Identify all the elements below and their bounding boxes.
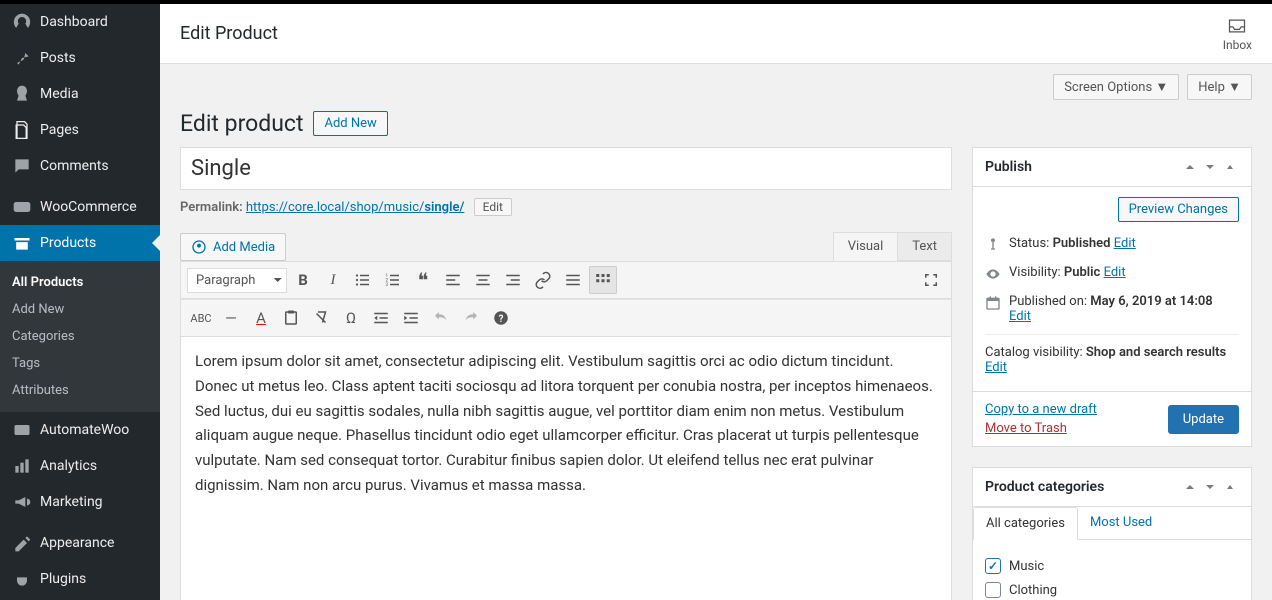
- update-button[interactable]: Update: [1168, 405, 1239, 434]
- sidebar-item-media[interactable]: Media: [0, 76, 160, 112]
- tab-visual[interactable]: Visual: [833, 232, 899, 261]
- hr-button[interactable]: —: [217, 304, 245, 332]
- submenu-item-all-products[interactable]: All Products: [0, 269, 160, 296]
- outdent-button[interactable]: [367, 304, 395, 332]
- catalog-edit-link[interactable]: Edit: [985, 360, 1007, 375]
- main-content: Edit Product Inbox Screen Options ▼ Help…: [160, 4, 1272, 600]
- link-button[interactable]: [529, 266, 557, 294]
- status-edit-link[interactable]: Edit: [1114, 236, 1136, 251]
- sidebar-item-products[interactable]: Products: [0, 225, 160, 261]
- undo-button[interactable]: [427, 304, 455, 332]
- submenu-item-tags[interactable]: Tags: [0, 350, 160, 377]
- sidebar-item-dashboard[interactable]: Dashboard: [0, 4, 160, 40]
- move-down-icon[interactable]: [1201, 478, 1219, 496]
- sidebar-item-posts[interactable]: Posts: [0, 40, 160, 76]
- submenu-item-categories[interactable]: Categories: [0, 323, 160, 350]
- inbox-icon: [1227, 16, 1247, 36]
- paste-text-button[interactable]: [277, 304, 305, 332]
- more-button[interactable]: [559, 266, 587, 294]
- sidebar-item-marketing[interactable]: Marketing: [0, 484, 160, 520]
- sidebar-item-plugins[interactable]: Plugins: [0, 561, 160, 597]
- visibility-edit-link[interactable]: Edit: [1104, 265, 1126, 280]
- editor-content[interactable]: Lorem ipsum dolor sit amet, consectetur …: [181, 337, 951, 600]
- date-edit-link[interactable]: Edit: [1009, 309, 1031, 324]
- toggle-icon[interactable]: [1221, 158, 1239, 176]
- page-title: Edit product: [180, 110, 303, 137]
- add-new-button[interactable]: Add New: [313, 111, 387, 136]
- sidebar-item-appearance[interactable]: Appearance: [0, 525, 160, 561]
- editor: Paragraph B I 123 ❝: [180, 261, 952, 600]
- category-checkbox[interactable]: [985, 558, 1001, 574]
- svg-text:3: 3: [386, 282, 389, 288]
- tab-text[interactable]: Text: [897, 232, 952, 261]
- trash-link[interactable]: Move to Trash: [985, 421, 1097, 436]
- tab-all-categories[interactable]: All categories: [973, 507, 1078, 540]
- sidebar-item-comments[interactable]: Comments: [0, 148, 160, 184]
- topbar: Edit Product Inbox: [160, 4, 1272, 64]
- italic-button[interactable]: I: [319, 266, 347, 294]
- help-icon-button[interactable]: ?: [487, 304, 515, 332]
- permalink-link[interactable]: https://core.local/shop/music/single/: [246, 200, 465, 215]
- bold-button[interactable]: B: [289, 266, 317, 294]
- toggle-icon[interactable]: [1221, 478, 1239, 496]
- fullscreen-button[interactable]: [917, 266, 945, 294]
- numbered-list-button[interactable]: 123: [379, 266, 407, 294]
- sidebar-item-pages[interactable]: Pages: [0, 112, 160, 148]
- blockquote-button[interactable]: ❝: [409, 266, 437, 294]
- svg-text:?: ?: [499, 314, 504, 325]
- toolbar-toggle-button[interactable]: [589, 266, 617, 294]
- admin-sidebar: DashboardPostsMediaPagesComments WooComme…: [0, 4, 160, 600]
- categories-title: Product categories: [985, 479, 1104, 495]
- sidebar-item-woocommerce[interactable]: WooCommerce: [0, 189, 160, 225]
- sidebar-item-analytics[interactable]: Analytics: [0, 448, 160, 484]
- move-up-icon[interactable]: [1181, 478, 1199, 496]
- special-char-button[interactable]: Ω: [337, 304, 365, 332]
- move-up-icon[interactable]: [1181, 158, 1199, 176]
- bullet-list-button[interactable]: [349, 266, 377, 294]
- copy-draft-link[interactable]: Copy to a new draft: [985, 402, 1097, 417]
- inbox-button[interactable]: Inbox: [1223, 16, 1252, 52]
- preview-button[interactable]: Preview Changes: [1118, 197, 1239, 222]
- publish-title: Publish: [985, 159, 1032, 175]
- categories-box: Product categories All categories Most U…: [972, 467, 1252, 600]
- strikethrough-button[interactable]: ABC: [187, 304, 215, 332]
- submenu-item-add-new[interactable]: Add New: [0, 296, 160, 323]
- format-select[interactable]: Paragraph: [187, 268, 287, 293]
- move-down-icon[interactable]: [1201, 158, 1219, 176]
- clear-formatting-button[interactable]: [307, 304, 335, 332]
- publish-box: Publish Preview Changes Status: Publishe…: [972, 147, 1252, 447]
- screen-options-button[interactable]: Screen Options ▼: [1053, 74, 1179, 100]
- media-icon: [191, 239, 207, 255]
- text-color-button[interactable]: A: [247, 304, 275, 332]
- category-item: Clothing: [985, 578, 1239, 600]
- help-button[interactable]: Help ▼: [1187, 74, 1252, 100]
- topbar-title: Edit Product: [180, 23, 278, 44]
- redo-button[interactable]: [457, 304, 485, 332]
- indent-button[interactable]: [397, 304, 425, 332]
- align-left-button[interactable]: [439, 266, 467, 294]
- sidebar-item-automatewoo[interactable]: AutomateWoo: [0, 412, 160, 448]
- category-item: Music: [985, 554, 1239, 578]
- eye-icon: [985, 266, 1001, 282]
- key-icon: [985, 237, 1001, 253]
- align-center-button[interactable]: [469, 266, 497, 294]
- permalink-edit-button[interactable]: Edit: [474, 198, 512, 216]
- product-title-input[interactable]: [180, 147, 952, 190]
- permalink: Permalink: https://core.local/shop/music…: [180, 190, 952, 224]
- calendar-icon: [985, 295, 1001, 311]
- tab-most-used[interactable]: Most Used: [1078, 507, 1164, 539]
- add-media-button[interactable]: Add Media: [180, 233, 286, 261]
- category-checkbox[interactable]: [985, 582, 1001, 598]
- align-right-button[interactable]: [499, 266, 527, 294]
- submenu-item-attributes[interactable]: Attributes: [0, 377, 160, 404]
